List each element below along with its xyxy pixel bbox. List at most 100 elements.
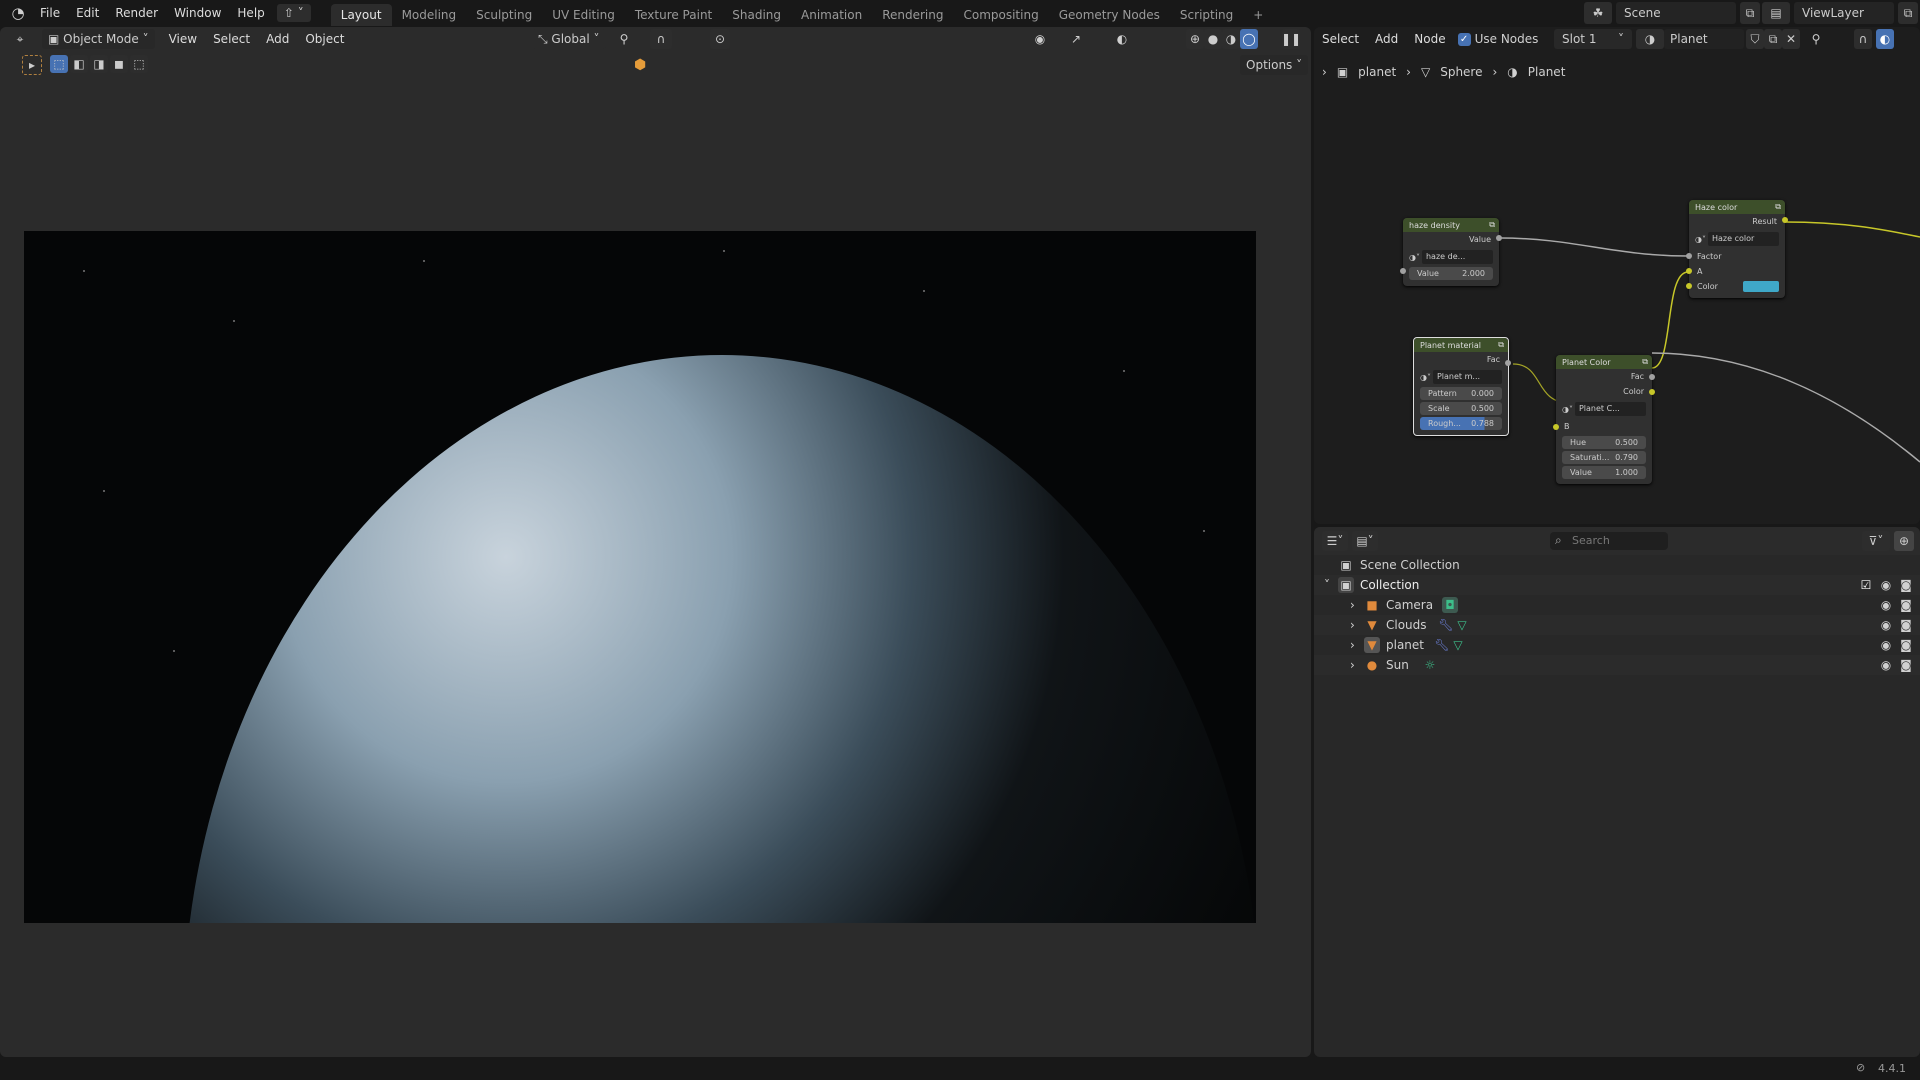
chevron-right-icon[interactable]: › [1350,638,1364,652]
node-planet-color[interactable]: Planet Color ⧉ Fac Color ◑˅ Planet C... B … [1553,355,1655,484]
material-shading-icon[interactable]: ◑ [1222,29,1240,49]
material-icon[interactable]: ◑˅ [1695,235,1706,244]
menu-file[interactable]: File [32,6,68,20]
new-collection-icon[interactable]: ⊕ [1894,531,1914,551]
3d-viewport[interactable]: ⌖ ▣ Object Mode ˅ View Select Add Object… [0,27,1311,1057]
editor-type-icon[interactable]: ⌖ [12,31,28,47]
saturation-field[interactable]: Saturati... 0.790 [1562,451,1646,464]
camera-data-icon[interactable]: ◘ [1442,597,1458,613]
eye-icon[interactable]: ◉ [1878,597,1894,613]
eye-icon[interactable]: ◉ [1878,657,1894,673]
visibility-icon[interactable]: ◉ [1032,31,1048,47]
roughness-slider[interactable]: Rough... 0.788 [1420,417,1502,430]
snap-icon[interactable]: ∩ [650,29,672,49]
options-dropdown[interactable]: Options ˅ [1240,55,1309,75]
menu-object[interactable]: Object [297,32,352,46]
wrench-modifier-icon[interactable]: 🔧︎ [1434,637,1450,653]
material-icon[interactable]: ◑˅ [1409,253,1420,262]
pause-render-icon[interactable]: ❚❚ [1281,29,1301,49]
wrench-modifier-icon[interactable]: 🔧︎ [1438,617,1454,633]
outliner-item-clouds[interactable]: › ▼ Clouds 🔧︎ ▽ ◉ ◙ [1314,615,1920,635]
chevron-right-icon[interactable]: › [1350,618,1364,632]
orientation-dropdown[interactable]: ⤡ Global ˅ [532,29,606,49]
search-input[interactable]: Search [1550,532,1668,550]
scene-icon[interactable]: ☘ [1584,2,1612,24]
tab-modeling[interactable]: Modeling [392,4,467,26]
menu-help[interactable]: Help [229,6,272,20]
outliner-item-planet[interactable]: › ▼ planet 🔧︎ ▽ ◉ ◙ [1314,635,1920,655]
socket[interactable] [1782,217,1788,223]
view-layer-filter-icon[interactable]: ▤˅ [1352,531,1378,551]
render-camera-icon[interactable]: ◙ [1898,617,1914,633]
rendered-shading-icon[interactable]: ◯ [1240,29,1258,49]
tab-rendering[interactable]: Rendering [872,4,953,26]
material-icon[interactable]: ◑˅ [1420,373,1431,382]
render-camera-icon[interactable]: ◙ [1898,637,1914,653]
render-camera-icon[interactable]: ◙ [1898,577,1914,593]
tab-uv-editing[interactable]: UV Editing [542,4,625,26]
tab-geometry-nodes[interactable]: Geometry Nodes [1049,4,1170,26]
view-layer-icon[interactable]: ▤ [1762,2,1790,24]
object-mode-dropdown[interactable]: ▣ Object Mode ˅ [42,29,155,49]
material-icon[interactable]: ◑˅ [1562,405,1573,414]
eye-icon[interactable]: ◉ [1878,637,1894,653]
select-invert-icon[interactable]: ◼ [110,55,128,73]
select-subtract-icon[interactable]: ◨ [90,55,108,73]
node-haze-density[interactable]: haze density ⧉ Value ◑˅ haze de... Value 2.… [1400,218,1502,286]
scale-field[interactable]: Scale 0.500 [1420,402,1502,415]
sun-data-icon[interactable]: ☼ [1422,657,1438,673]
solid-shading-icon[interactable]: ● [1204,29,1222,49]
shader-node-editor[interactable]: Select Add Node ✓ Use Nodes Slot 1 ˅ ◑ Pl… [1314,27,1920,524]
socket[interactable] [1649,374,1655,380]
add-workspace-button[interactable]: + [1243,4,1273,26]
socket[interactable] [1496,235,1502,241]
group-name[interactable]: Planet C... [1574,402,1646,416]
select-new-icon[interactable]: ⬚ [50,55,68,73]
select-intersect-icon[interactable]: ⬚ [130,55,148,73]
eye-icon[interactable]: ◉ [1878,617,1894,633]
node-planet-material[interactable]: Planet material ⧉ Fac ◑˅ Planet m... Patte… [1413,337,1511,436]
chevron-right-icon[interactable]: › [1350,598,1364,612]
tab-shading[interactable]: Shading [722,4,791,26]
tab-animation[interactable]: Animation [791,4,872,26]
pattern-field[interactable]: Pattern 0.000 [1420,387,1502,400]
blender-logo-icon[interactable]: ◔ [10,4,26,22]
socket[interactable] [1686,253,1692,259]
eye-icon[interactable]: ◉ [1878,577,1894,593]
render-camera-icon[interactable]: ◙ [1898,657,1914,673]
mesh-data-icon[interactable]: ▽ [1450,637,1466,653]
view-layer-field[interactable]: ViewLayer [1794,2,1894,24]
pivot-icon[interactable]: ⚲ [616,31,632,47]
socket[interactable] [1400,268,1406,274]
select-extend-icon[interactable]: ◧ [70,55,88,73]
chevron-down-icon[interactable]: ˅ [1324,578,1338,592]
group-name[interactable]: Haze color [1707,232,1779,246]
scene-collection-row[interactable]: ▣ Scene Collection [1314,555,1920,575]
menu-view[interactable]: View [161,32,205,46]
color-swatch[interactable] [1743,281,1779,292]
export-button[interactable]: ⇧ ˅ [276,4,311,22]
overlay-icon[interactable]: ◐ [1114,31,1130,47]
tab-compositing[interactable]: Compositing [953,4,1048,26]
collection-row[interactable]: ˅ ▣ Collection ☑ ◉ ◙ [1314,575,1920,595]
socket[interactable] [1686,268,1692,274]
tab-sculpting[interactable]: Sculpting [466,4,542,26]
group-name[interactable]: Planet m... [1432,370,1502,384]
group-name[interactable]: haze de... [1421,250,1493,264]
new-scene-icon[interactable]: ⧉ [1740,2,1760,24]
mesh-data-icon[interactable]: ▽ [1454,617,1470,633]
socket[interactable] [1649,389,1655,395]
menu-edit[interactable]: Edit [68,6,107,20]
tab-texture-paint[interactable]: Texture Paint [625,4,722,26]
filter-icon[interactable]: ⊽˅ [1862,531,1890,551]
outliner-item-camera[interactable]: › ■ Camera ◘ ◉ ◙ [1314,595,1920,615]
node-haze-color[interactable]: Haze color ⧉ Result ◑˅ Haze color Factor A… [1686,200,1788,298]
gizmo-icon[interactable]: ↗ [1068,31,1084,47]
scene-field[interactable]: Scene [1616,2,1736,24]
outliner-item-sun[interactable]: › ● Sun ☼ ◉ ◙ [1314,655,1920,675]
socket[interactable] [1686,283,1692,289]
value-field[interactable]: Value 2.000 [1409,267,1493,280]
tab-layout[interactable]: Layout [330,4,392,26]
wireframe-shading-icon[interactable]: ⊕ [1186,29,1204,49]
proportional-edit-icon[interactable]: ⊙ [710,29,730,49]
